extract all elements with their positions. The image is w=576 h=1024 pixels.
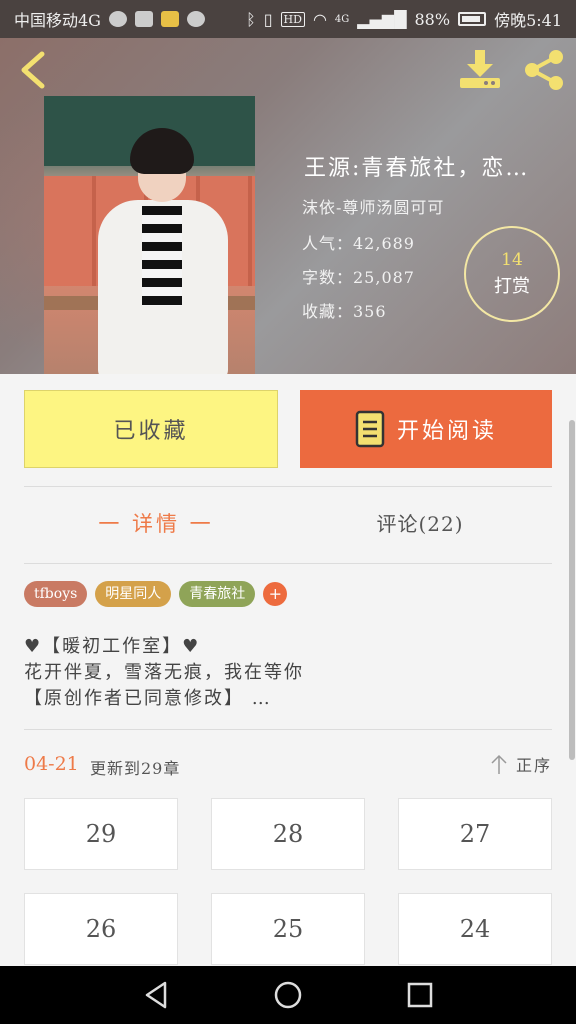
tip-label: 打赏 [494, 276, 530, 297]
word-count-stat: 字数：25,087 [302, 268, 415, 287]
scrollbar[interactable] [569, 420, 575, 760]
chapter-item[interactable]: 29 [24, 798, 178, 870]
nav-recents-button[interactable] [402, 977, 438, 1013]
square-recents-icon [407, 982, 433, 1008]
book-cover-image[interactable] [44, 96, 255, 374]
star-notification-icon [160, 11, 179, 27]
start-reading-label: 开始阅读 [396, 419, 497, 444]
popularity-stat: 人气：42,689 [302, 234, 415, 253]
status-left: 中国移动4G [14, 7, 205, 31]
book-header: 王源:青春旅社，恋… 沫依-尊师汤圆可可 人气：42,689 字数：25,087… [0, 38, 576, 374]
download-icon [460, 50, 500, 88]
network-type: 4G [334, 13, 350, 25]
chapter-item[interactable]: 27 [398, 798, 552, 870]
tag-tfboys[interactable]: tfboys [24, 581, 88, 607]
circle-home-icon [274, 981, 302, 1009]
sort-order-label: 正序 [516, 756, 553, 775]
tag-list: tfboys 明星同人 青春旅社 + [24, 581, 288, 607]
bluetooth-icon: ᛒ [246, 9, 256, 29]
arrow-up-icon [491, 754, 507, 774]
description-line: 花开伴夏，雪落无痕，我在等你 [24, 662, 304, 683]
status-right: ᛒ ▯ HD ◠ 4G ▂▄▆█ 88% 傍晚5:41 [246, 7, 562, 31]
system-nav-bar [0, 966, 576, 1024]
start-reading-button[interactable]: 开始阅读 [300, 390, 552, 468]
book-author[interactable]: 沫依-尊师汤圆可可 [302, 194, 444, 218]
tab-detail[interactable]: 一 详情 一 [24, 508, 288, 538]
message-icon [186, 11, 205, 27]
description-line: ♥【暖初工作室】♥ [24, 636, 201, 657]
favorites-stat: 收藏：356 [302, 302, 387, 321]
app-notification-icon [134, 11, 153, 27]
sort-order-button[interactable]: 正序 [490, 752, 552, 776]
hd-icon: HD [280, 11, 305, 27]
chapter-item[interactable]: 25 [211, 893, 365, 965]
book-icon [355, 410, 385, 448]
divider [24, 486, 552, 487]
share-icon [525, 50, 563, 90]
chapter-item[interactable]: 24 [398, 893, 552, 965]
status-bar: 中国移动4G ᛒ ▯ HD ◠ 4G ▂▄▆█ 88% 傍晚5:41 [0, 0, 576, 38]
triangle-back-icon [145, 981, 167, 1009]
download-button[interactable] [456, 48, 504, 92]
vibrate-icon: ▯ [263, 9, 273, 29]
divider [24, 729, 552, 730]
tag-celebrity-fanfic[interactable]: 明星同人 [95, 581, 172, 607]
chapter-item[interactable]: 28 [211, 798, 365, 870]
signal-icon: ▂▄▆█ [357, 9, 407, 29]
book-title: 王源:青春旅社，恋… [304, 156, 530, 181]
tip-button[interactable]: 14 打赏 [464, 226, 560, 322]
wifi-icon: ◠ [312, 9, 327, 29]
favorited-button[interactable]: 已收藏 [24, 390, 278, 468]
share-button[interactable] [520, 48, 568, 92]
tag-youth-hostel[interactable]: 青春旅社 [179, 581, 256, 607]
favorited-label: 已收藏 [113, 419, 189, 444]
back-button[interactable] [14, 48, 54, 92]
chapter-item[interactable]: 26 [24, 893, 178, 965]
update-text: 更新到29章 [90, 759, 181, 778]
cover-person-shirt [142, 206, 182, 306]
tip-count: 14 [501, 250, 523, 270]
carrier-label: 中国移动4G [14, 11, 101, 30]
back-arrow-icon [21, 51, 45, 89]
nav-home-button[interactable] [270, 977, 306, 1013]
battery-icon [458, 12, 487, 26]
clock: 傍晚5:41 [494, 11, 562, 30]
add-tag-button[interactable]: + [263, 582, 288, 606]
battery-percent: 88% [414, 9, 451, 29]
nav-back-button[interactable] [138, 977, 174, 1013]
description-line: 【原创作者已同意修改】 … [24, 688, 272, 709]
update-date: 04-21 [24, 753, 79, 775]
book-description[interactable]: ♥【暖初工作室】♥ 花开伴夏，雪落无痕，我在等你 【原创作者已同意修改】 … [24, 634, 552, 712]
tab-comments[interactable]: 评论(22) [288, 508, 552, 537]
divider [24, 563, 552, 564]
notification-icon [108, 11, 127, 27]
